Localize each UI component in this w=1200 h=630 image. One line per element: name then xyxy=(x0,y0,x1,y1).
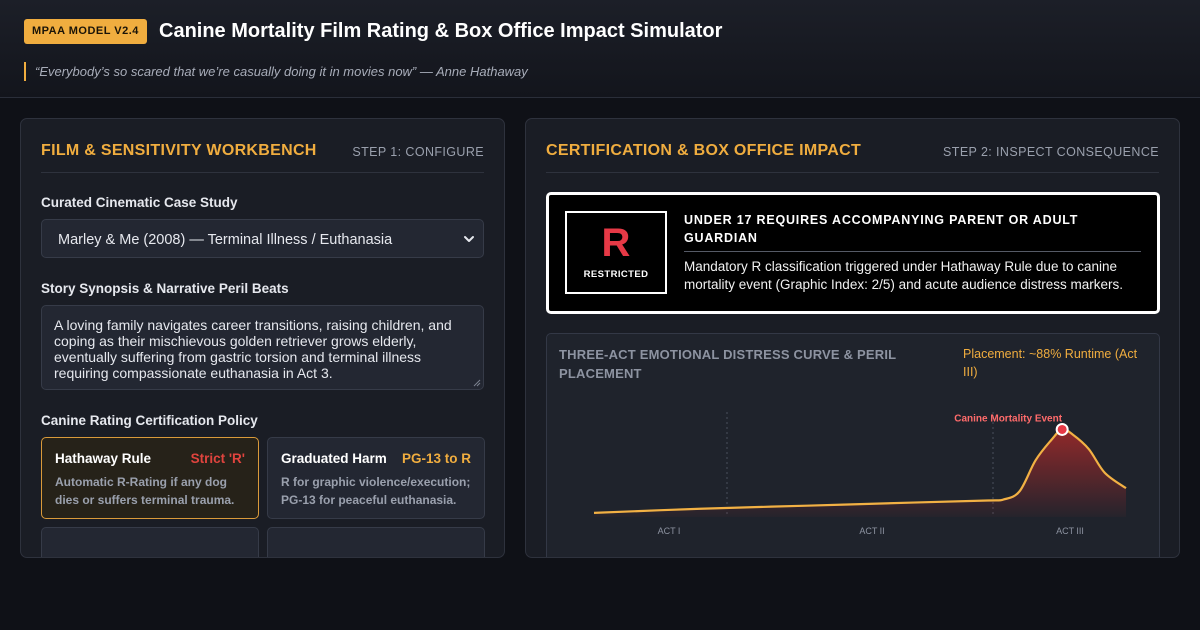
act-label: ACT III xyxy=(1056,526,1084,536)
resize-grip-icon[interactable] xyxy=(473,379,481,387)
certificate-body: Mandatory R classification triggered und… xyxy=(684,259,1123,292)
distress-curve-chart: Canine Mortality Event ACT I ACT II ACT III xyxy=(593,412,1127,536)
step-label: STEP 1: CONFIGURE xyxy=(352,145,484,159)
panel-header: FILM & SENSITIVITY WORKBENCH STEP 1: CON… xyxy=(41,141,484,173)
certification-impact-panel: CERTIFICATION & BOX OFFICE IMPACT STEP 2… xyxy=(525,118,1180,558)
policy-card[interactable] xyxy=(41,527,259,557)
policy-rating-tag: PG-13 to R xyxy=(401,451,471,466)
policy-card-hathaway-rule[interactable]: Hathaway Rule Strict 'R' Automatic R-Rat… xyxy=(41,437,259,519)
policy-label: Canine Rating Certification Policy xyxy=(41,413,258,428)
rating-certificate: R RESTRICTED UNDER 17 REQUIRES ACCOMPANY… xyxy=(546,192,1160,314)
synopsis-label: Story Synopsis & Narrative Peril Beats xyxy=(41,281,289,296)
chevron-down-icon xyxy=(464,236,474,242)
rating-word: RESTRICTED xyxy=(583,269,649,280)
panel-title: FILM & SENSITIVITY WORKBENCH xyxy=(41,142,317,159)
peril-event-marker xyxy=(1055,422,1069,436)
act-label: ACT I xyxy=(658,526,681,536)
peril-event-annotation: Canine Mortality Event xyxy=(954,413,1062,424)
film-workbench-panel: FILM & SENSITIVITY WORKBENCH STEP 1: CON… xyxy=(20,118,505,558)
app-title: Canine Mortality Film Rating & Box Offic… xyxy=(159,20,723,42)
case-study-select[interactable]: Marley & Me (2008) — Terminal Illness / … xyxy=(41,219,484,258)
distress-curve-card: THREE-ACT EMOTIONAL DISTRESS CURVE & PER… xyxy=(546,333,1160,557)
synopsis-textarea[interactable]: A loving family navigates career transit… xyxy=(41,305,484,390)
app-header: MPAA MODEL V2.4 Canine Mortality Film Ra… xyxy=(0,0,1200,98)
panel-title: CERTIFICATION & BOX OFFICE IMPACT xyxy=(546,142,862,159)
header-quote: “Everybody’s so scared that we’re casual… xyxy=(24,62,528,81)
certificate-heading: UNDER 17 REQUIRES ACCOMPANYING PARENT OR… xyxy=(684,211,1141,252)
synopsis-text: A loving family navigates career transit… xyxy=(54,317,452,381)
model-version-badge: MPAA MODEL V2.4 xyxy=(24,19,147,44)
step-label: STEP 2: INSPECT CONSEQUENCE xyxy=(943,145,1159,159)
policy-name: Hathaway Rule xyxy=(55,451,152,466)
case-study-value: Marley & Me (2008) — Terminal Illness / … xyxy=(58,232,393,248)
policy-name: Graduated Harm xyxy=(281,451,387,466)
policy-description: R for graphic violence/execution; PG-13 … xyxy=(281,475,471,507)
panel-header: CERTIFICATION & BOX OFFICE IMPACT STEP 2… xyxy=(546,141,1159,173)
rating-letter: R xyxy=(601,221,631,265)
policy-rating-tag: Strict 'R' xyxy=(190,451,245,466)
policy-card-graduated-harm[interactable]: Graduated Harm PG-13 to R R for graphic … xyxy=(267,437,485,519)
policy-card[interactable] xyxy=(267,527,485,557)
policy-description: Automatic R-Rating if any dog dies or su… xyxy=(55,475,235,507)
act-label: ACT II xyxy=(859,526,884,536)
case-study-label: Curated Cinematic Case Study xyxy=(41,195,238,210)
rating-box: R RESTRICTED xyxy=(565,211,667,294)
